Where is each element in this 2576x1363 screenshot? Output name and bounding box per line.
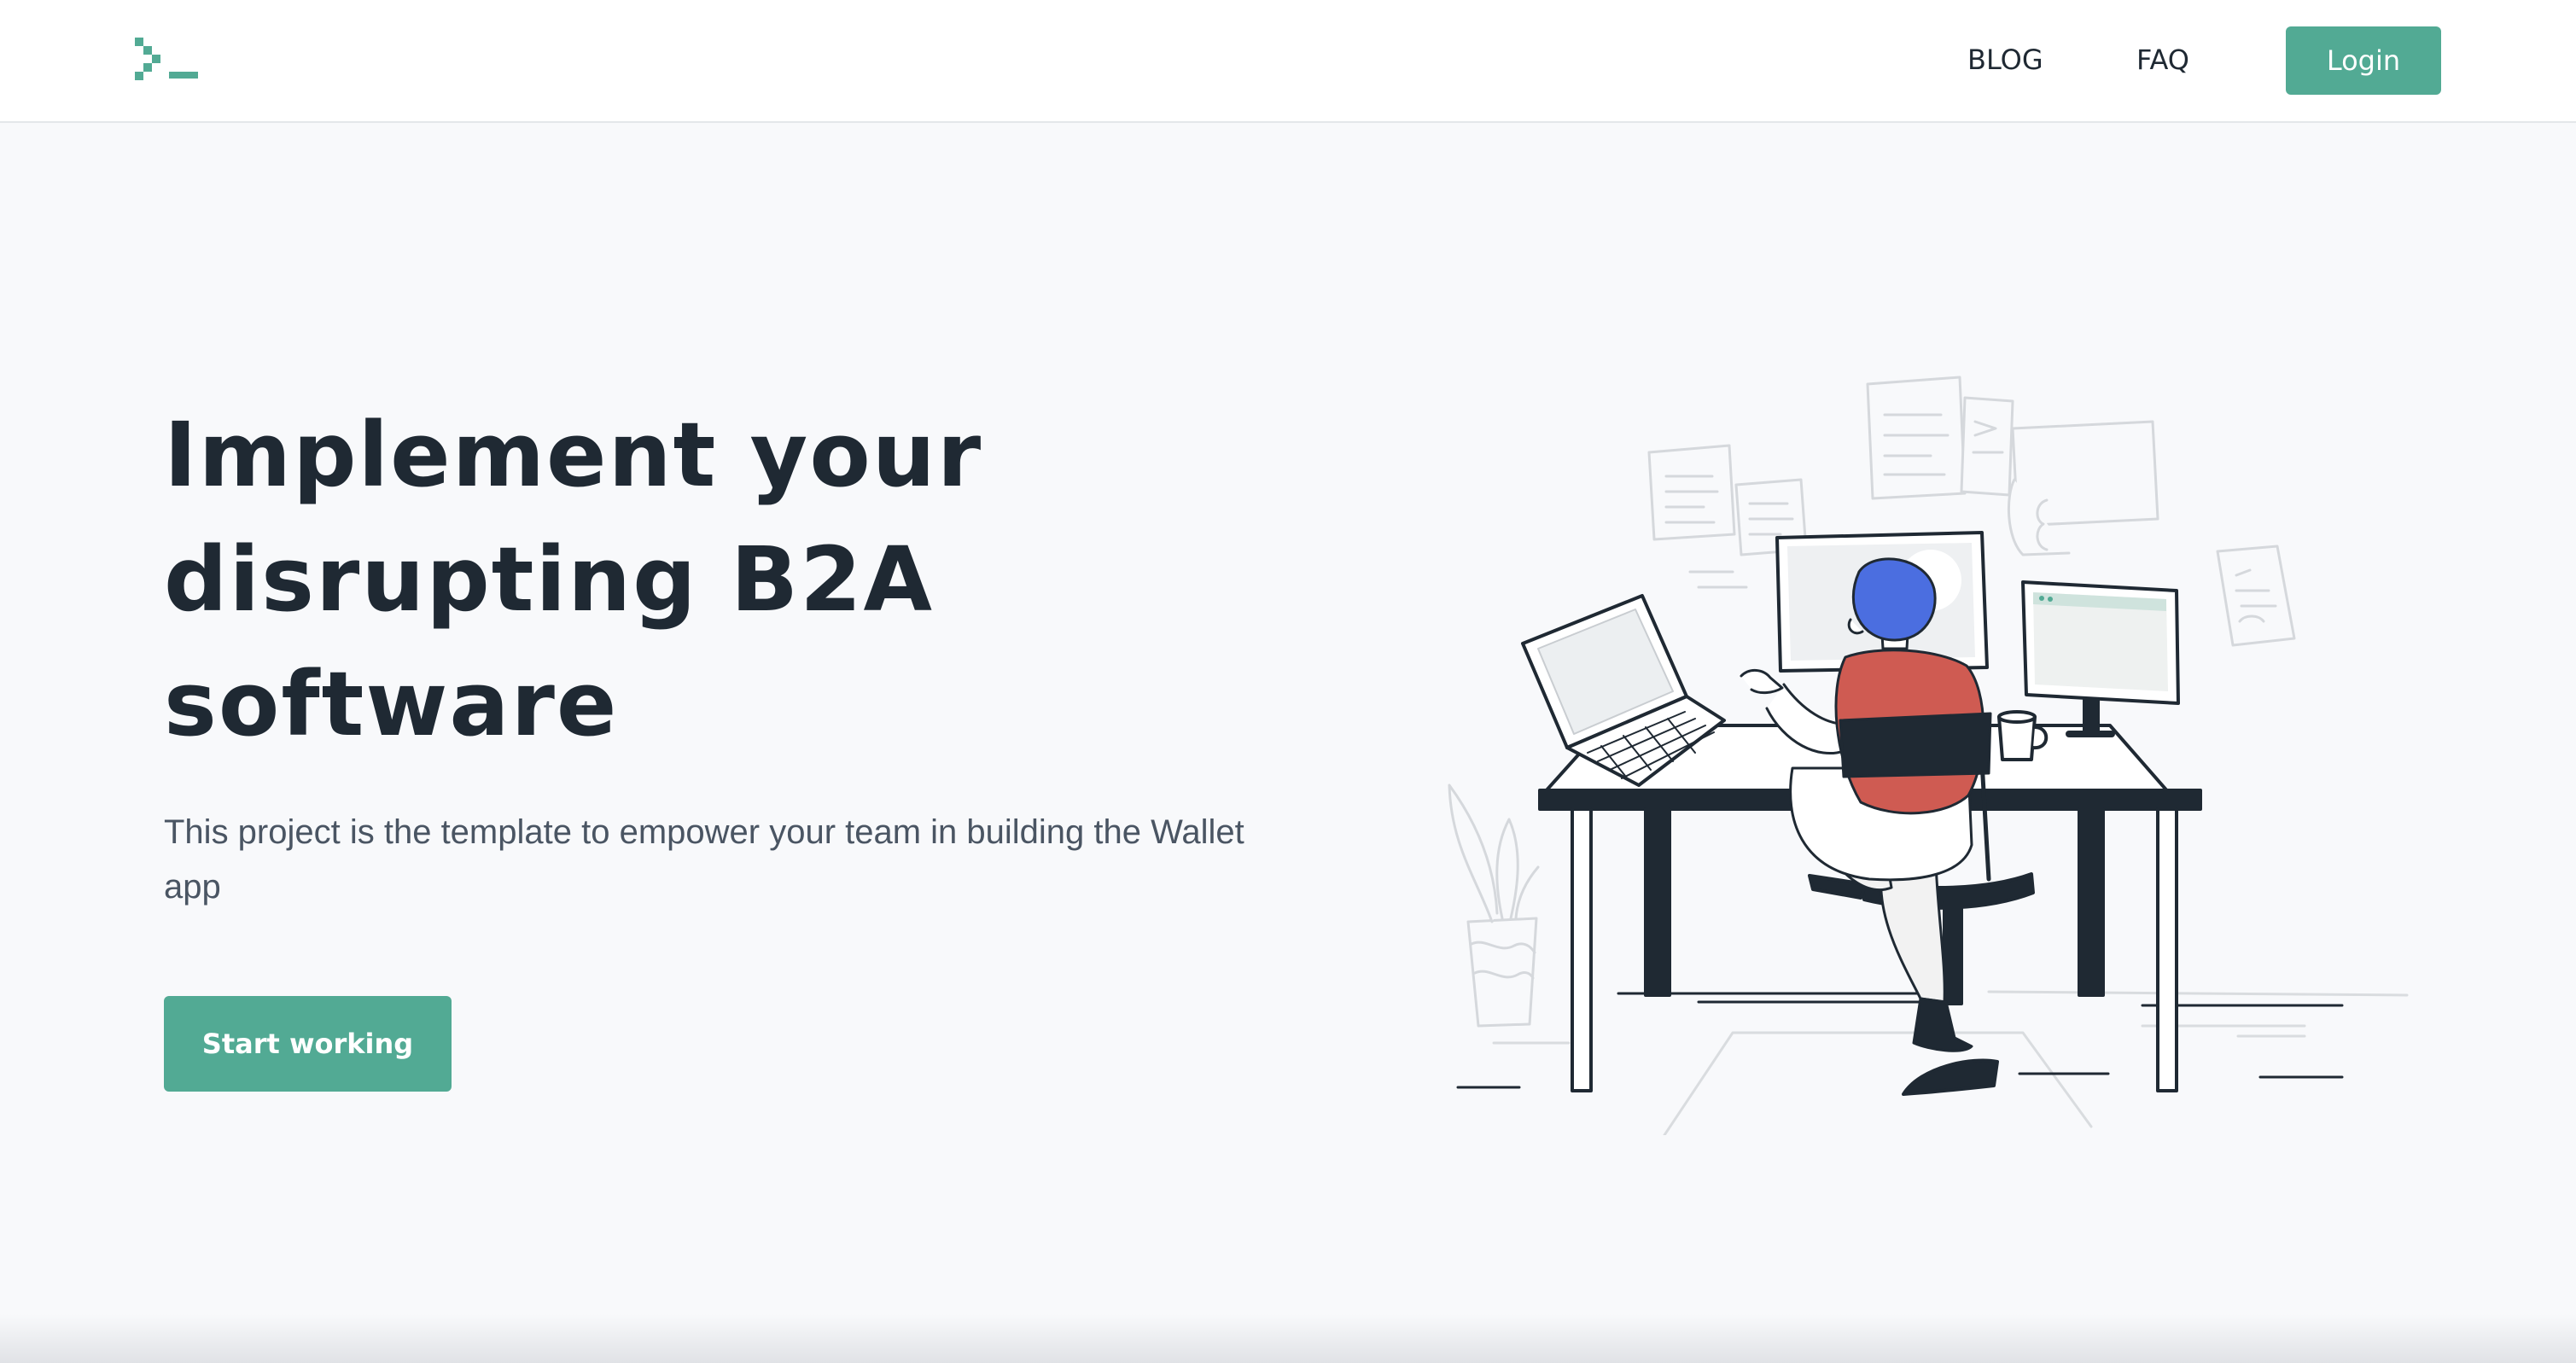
nav-link-blog[interactable]: BLOG	[1967, 43, 2043, 77]
developer-at-desk-illustration	[1448, 376, 2409, 1135]
nav-link-faq[interactable]: FAQ	[2136, 43, 2189, 77]
plant	[1448, 783, 1540, 1028]
hero-title: Implement your disrupting B2A software	[164, 403, 983, 756]
bottom-section-shadow	[0, 1314, 2576, 1363]
right-monitor	[2021, 580, 2180, 737]
site-header: BLOG FAQ Login	[0, 0, 2576, 123]
hero-subtitle: This project is the template to empower …	[164, 813, 1244, 906]
login-button[interactable]: Login	[2286, 26, 2441, 95]
start-working-button[interactable]: Start working	[164, 996, 452, 1092]
terminal-prompt-logo-icon[interactable]	[135, 38, 198, 84]
landing-page: BLOG FAQ Login Implement your disrupting…	[0, 0, 2576, 1363]
